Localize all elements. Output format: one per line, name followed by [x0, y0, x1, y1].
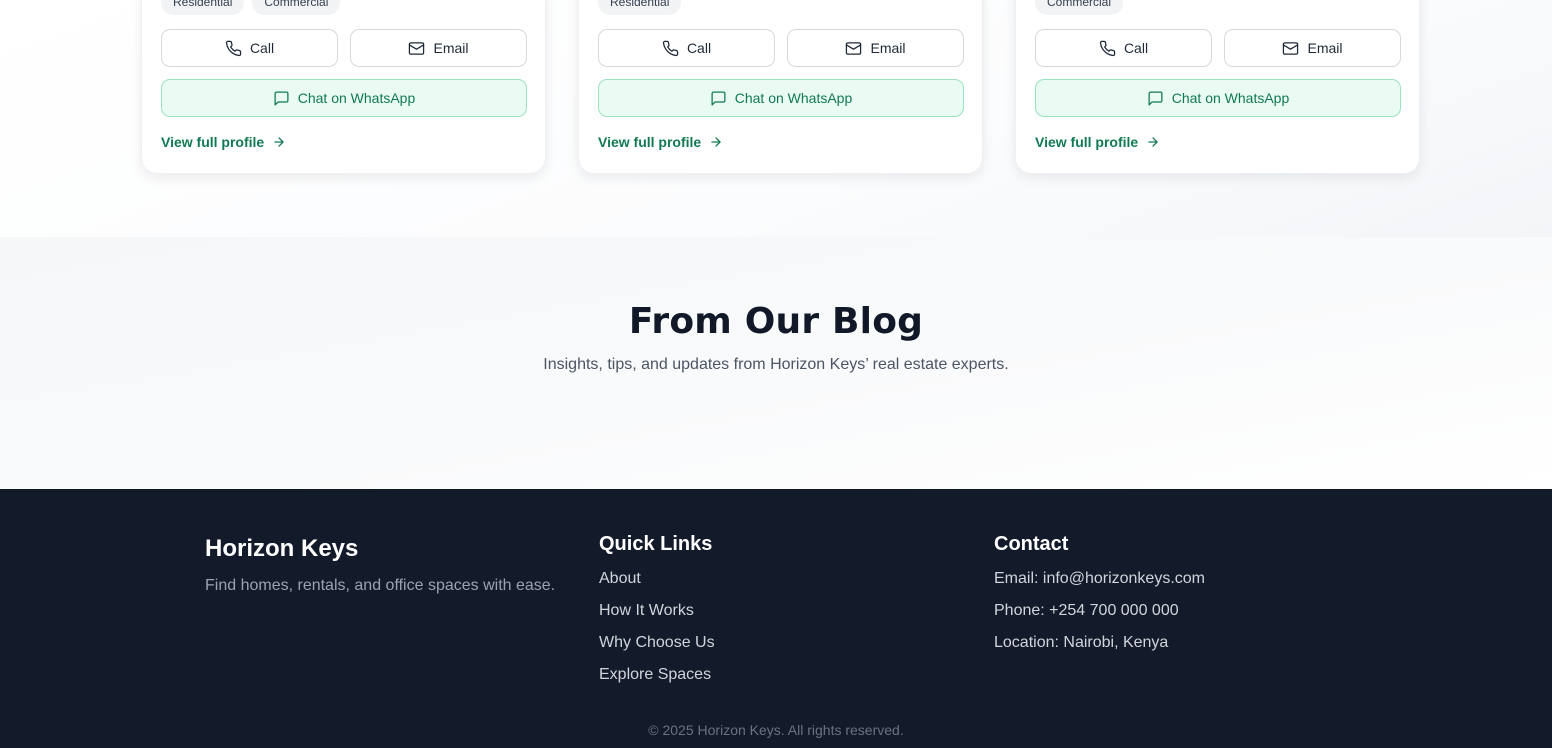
contact-buttons: Call Email [1035, 29, 1401, 67]
site-footer: Horizon Keys Find homes, rentals, and of… [0, 489, 1552, 748]
footer-quick-links: Quick Links About How It Works Why Choos… [599, 533, 715, 695]
copyright-text: © 2025 Horizon Keys. All rights reserved… [648, 722, 904, 738]
email-button[interactable]: Email [1224, 29, 1401, 67]
footer-tagline: Find homes, rentals, and office spaces w… [205, 577, 556, 594]
mail-icon [409, 41, 425, 55]
chat-bubble-icon [1148, 90, 1163, 106]
agent-tags: Residential [598, 0, 682, 15]
footer-logo: Horizon Keys [205, 535, 359, 562]
agents-section: Residential Commercial Call Email Chat o… [0, 0, 1552, 237]
view-profile-link[interactable]: View full profile [1035, 134, 1160, 150]
call-label: Call [249, 40, 275, 56]
call-label: Call [686, 40, 712, 56]
call-label: Call [1123, 40, 1149, 56]
contact-email: Email: info@horizonkeys.com [994, 570, 1205, 587]
mail-icon [1283, 41, 1299, 55]
quick-links-heading: Quick Links [599, 533, 713, 555]
arrow-right-icon [1148, 137, 1158, 147]
email-label: Email [433, 40, 469, 56]
view-profile-label: View full profile [1035, 134, 1139, 150]
tag-chip: Commercial [252, 0, 341, 15]
arrow-right-icon [711, 137, 721, 147]
contact-phone: Phone: +254 700 000 000 [994, 602, 1179, 619]
footer-contact: Contact Email: info@horizonkeys.com Phon… [994, 533, 1205, 663]
agent-card: Commercial Call Email Chat on WhatsApp V… [1015, 0, 1420, 174]
phone-icon [1099, 40, 1116, 56]
whatsapp-button[interactable]: Chat on WhatsApp [161, 79, 527, 117]
footer-link-why-choose-us[interactable]: Why Choose Us [599, 631, 715, 663]
call-button[interactable]: Call [161, 29, 338, 67]
call-button[interactable]: Call [598, 29, 775, 67]
blog-section: From Our Blog Insights, tips, and update… [0, 237, 1552, 489]
tag-chip: Residential [161, 0, 245, 15]
whatsapp-label: Chat on WhatsApp [297, 90, 416, 106]
view-profile-label: View full profile [161, 134, 265, 150]
footer-link-how-it-works[interactable]: How It Works [599, 599, 715, 631]
whatsapp-button[interactable]: Chat on WhatsApp [1035, 79, 1401, 117]
phone-icon [662, 40, 679, 56]
email-button[interactable]: Email [787, 29, 964, 67]
agent-card: Residential Call Email Chat on WhatsApp … [578, 0, 983, 174]
email-button[interactable]: Email [350, 29, 527, 67]
agent-card: Residential Commercial Call Email Chat o… [141, 0, 546, 174]
view-profile-link[interactable]: View full profile [598, 134, 723, 150]
email-label: Email [1307, 40, 1343, 56]
whatsapp-label: Chat on WhatsApp [734, 90, 853, 106]
phone-icon [225, 40, 242, 56]
chat-bubble-icon [711, 90, 726, 106]
mail-icon [846, 41, 862, 55]
tag-chip: Residential [598, 0, 682, 15]
footer-link-explore-spaces[interactable]: Explore Spaces [599, 663, 715, 695]
contact-location: Location: Nairobi, Kenya [994, 634, 1169, 651]
whatsapp-label: Chat on WhatsApp [1171, 90, 1290, 106]
footer-brand: Horizon Keys Find homes, rentals, and of… [205, 533, 555, 595]
contact-buttons: Call Email [161, 29, 527, 67]
contact-buttons: Call Email [598, 29, 964, 67]
whatsapp-button[interactable]: Chat on WhatsApp [598, 79, 964, 117]
blog-subtitle: Insights, tips, and updates from Horizon… [543, 356, 1009, 373]
contact-heading: Contact [994, 533, 1069, 555]
agent-tags: Commercial [1035, 0, 1124, 15]
arrow-right-icon [274, 137, 284, 147]
footer-link-about[interactable]: About [599, 567, 715, 599]
view-profile-link[interactable]: View full profile [161, 134, 286, 150]
chat-bubble-icon [274, 90, 289, 106]
blog-title: From Our Blog [628, 301, 924, 342]
agent-tags: Residential Commercial [161, 0, 341, 15]
tag-chip: Commercial [1035, 0, 1124, 15]
call-button[interactable]: Call [1035, 29, 1212, 67]
view-profile-label: View full profile [598, 134, 702, 150]
email-label: Email [870, 40, 906, 56]
